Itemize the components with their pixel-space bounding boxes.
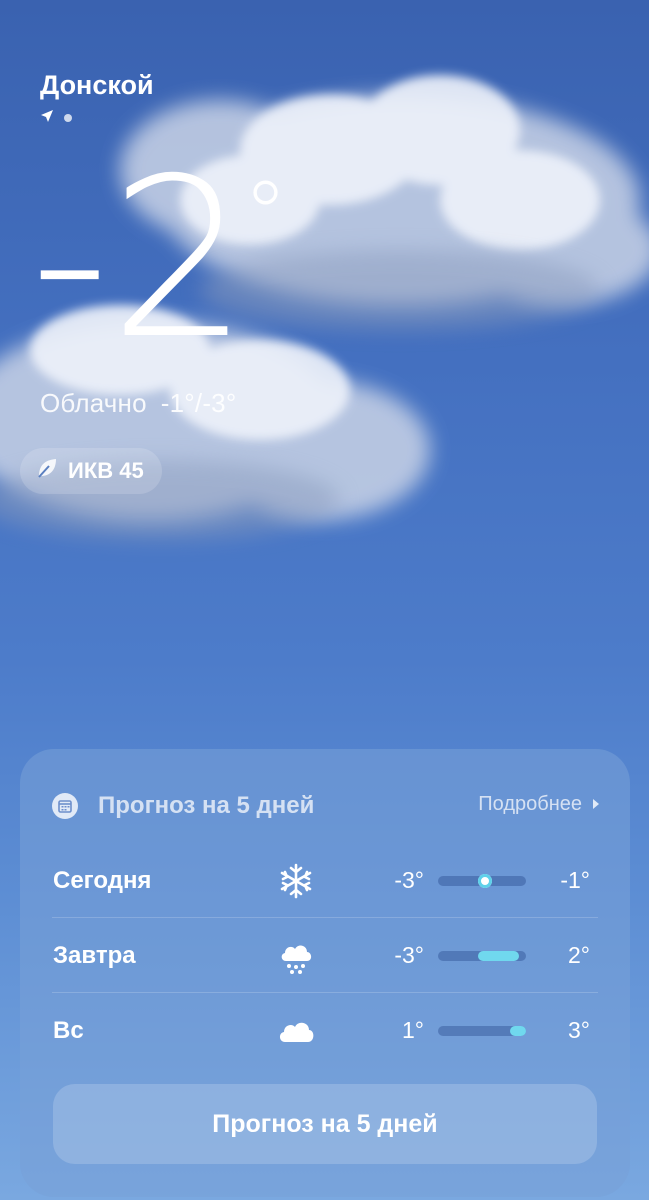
temp-range-bar [438, 874, 526, 888]
aqi-label: ИКВ 45 [68, 458, 144, 483]
forecast-row-today[interactable]: Сегодня -3° -1° [20, 843, 630, 918]
temp-range-fill [477, 951, 519, 961]
low-temp: -3° [394, 942, 424, 968]
more-link[interactable]: Подробнее [478, 793, 600, 816]
snowflake-icon [276, 861, 316, 901]
calendar-icon [52, 793, 78, 819]
aqi-badge[interactable]: ИКВ 45 [20, 448, 162, 494]
condition-text: Облачно [40, 388, 147, 418]
day-label: Вс [53, 1017, 84, 1044]
high-temp: 2° [568, 942, 590, 968]
svg-text:-2: -2 [30, 150, 249, 360]
day-label: Завтра [53, 942, 136, 969]
low-temp: 1° [402, 1017, 424, 1043]
degree-symbol: ° [243, 162, 288, 267]
temp-range-bar [438, 1026, 526, 1036]
temp-range-bar [438, 951, 526, 961]
temp-range: -1°/-3° [160, 388, 237, 418]
forecast-card: Прогноз на 5 дней Подробнее Сегодня -3° … [20, 749, 630, 1197]
current-temperature: -2 ° [30, 150, 288, 360]
forecast-header: Прогноз на 5 дней Подробнее [52, 789, 600, 823]
forecast-title: Прогноз на 5 дней [98, 792, 315, 819]
high-temp: 3° [568, 1017, 590, 1043]
forecast-5-days-button[interactable]: Прогноз на 5 дней [53, 1084, 597, 1164]
chevron-right-icon [592, 793, 600, 816]
leaf-icon [36, 457, 58, 485]
page-dot-indicator [64, 114, 72, 122]
city-name[interactable]: Донской [40, 70, 154, 101]
forecast-row-sunday[interactable]: Вс 1° 3° [20, 993, 630, 1068]
temp-range-fill [510, 1026, 526, 1036]
low-temp: -3° [394, 867, 424, 893]
condition-line: Облачно -1°/-3° [40, 388, 236, 419]
current-temp-marker [478, 874, 492, 888]
snow-cloud-icon [276, 936, 316, 976]
location-arrow-icon [40, 109, 54, 128]
forecast-row-tomorrow[interactable]: Завтра -3° 2° [20, 918, 630, 993]
day-label: Сегодня [53, 867, 152, 894]
high-temp: -1° [560, 867, 590, 893]
more-label: Подробнее [478, 793, 582, 815]
cloud-icon [276, 1011, 316, 1051]
location-indicator [40, 109, 72, 128]
